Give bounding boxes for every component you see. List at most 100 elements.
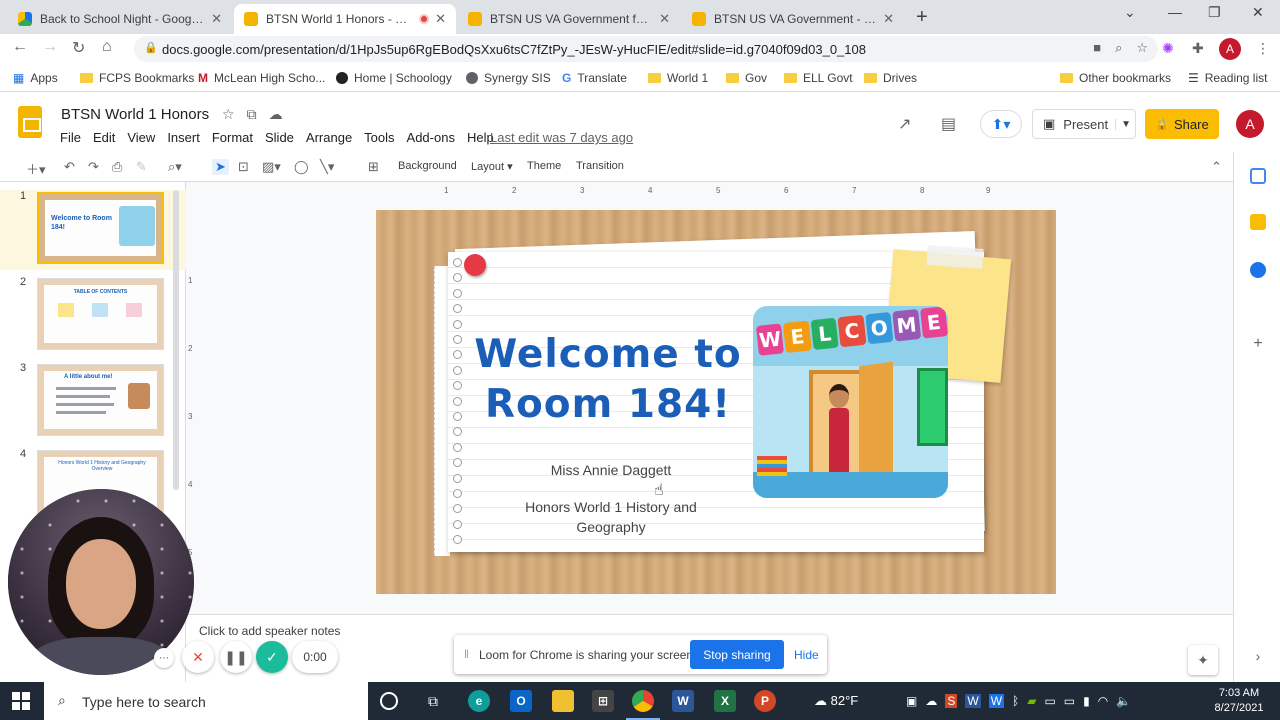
browser-tab-btsn-ell[interactable]: BTSN US VA Government for ELL ✕ <box>458 4 680 34</box>
loom-cancel-button[interactable]: ✕ <box>182 641 214 673</box>
filmstrip-scrollbar[interactable] <box>173 190 179 490</box>
bookmark-star-icon[interactable]: ☆ <box>1136 40 1148 56</box>
shape-icon[interactable]: ◯ <box>294 159 309 175</box>
reload-icon[interactable]: ↻ <box>72 38 85 58</box>
cortana-icon[interactable] <box>380 692 398 710</box>
file-explorer-icon[interactable] <box>552 690 574 712</box>
star-icon[interactable]: ☆ <box>222 106 235 123</box>
bookmark-apps[interactable]: ▦ Apps <box>13 71 58 85</box>
menu-insert[interactable]: Insert <box>167 130 200 145</box>
loom-finish-button[interactable]: ✓ <box>256 641 288 673</box>
slide-thumbnail-1[interactable]: Welcome to Room 184! <box>37 192 164 264</box>
taskbar-clock[interactable]: 7:03 AM 8/27/2021 <box>1214 686 1264 716</box>
move-folder-icon[interactable]: ⧉ <box>247 106 257 123</box>
address-bar[interactable]: 🔒 docs.google.com/presentation/d/1HpJs5u… <box>134 36 1158 62</box>
store-icon[interactable]: ⊞ <box>592 690 614 712</box>
browser-tab-btsn-gov[interactable]: BTSN US VA Government - Goog ✕ <box>682 4 904 34</box>
bookmark-synergy[interactable]: Synergy SIS <box>466 71 551 85</box>
notes-divider[interactable] <box>186 614 1233 615</box>
close-icon[interactable]: ✕ <box>435 11 446 27</box>
excel-icon[interactable]: X <box>714 690 736 712</box>
slides-logo-icon[interactable] <box>18 106 42 138</box>
close-icon[interactable]: ✕ <box>883 11 894 27</box>
browser-menu-icon[interactable]: ⋮ <box>1256 40 1270 57</box>
browser-tab-btsn-world[interactable]: BTSN World 1 Honors - Goo ✕ <box>234 4 456 34</box>
welcome-bitmoji-image[interactable]: WELCOME <box>753 306 948 498</box>
zoom-icon[interactable]: ⌕ <box>1115 40 1122 56</box>
collapse-toolbar-icon[interactable]: ⌃ <box>1211 159 1222 175</box>
present-button[interactable]: ▣ Present ▼ <box>1032 109 1136 139</box>
battery-icon[interactable]: ▮ <box>1083 694 1090 708</box>
stop-sharing-button[interactable]: Stop sharing <box>690 640 784 669</box>
explore-icon[interactable]: ✦ <box>1188 645 1218 675</box>
powerpoint-icon[interactable]: P <box>754 690 776 712</box>
bluetooth-icon[interactable]: ᛒ <box>1012 694 1019 708</box>
add-addon-icon[interactable]: + <box>1250 336 1266 352</box>
meeting-icon[interactable]: ▭ <box>1044 694 1055 708</box>
app-w-icon[interactable]: W <box>965 694 981 708</box>
bookmark-drives[interactable]: Drives <box>864 71 917 85</box>
nvidia-icon[interactable]: ▰ <box>1027 694 1036 708</box>
transition-button[interactable]: Transition <box>576 160 624 172</box>
loom-more-icon[interactable]: ⋯ <box>154 648 174 668</box>
undo-icon[interactable]: ↶ <box>64 159 75 175</box>
chevron-down-icon[interactable]: ▼ <box>1115 118 1131 130</box>
minimize-icon[interactable]: — <box>1168 4 1182 20</box>
maximize-icon[interactable]: ❐ <box>1208 4 1221 21</box>
weather-widget[interactable]: ☁ 82°F <box>814 693 858 709</box>
display-icon[interactable]: ▭ <box>1064 694 1075 708</box>
last-edit-link[interactable]: Last edit was 7 days ago <box>490 130 633 145</box>
back-icon[interactable]: ← <box>12 38 28 56</box>
task-view-icon[interactable]: ⧉ <box>422 690 444 712</box>
close-icon[interactable]: ✕ <box>211 11 222 27</box>
teacher-name[interactable]: Miss Annie Daggett <box>480 462 742 478</box>
tasks-icon[interactable] <box>1250 262 1266 278</box>
tab-search-icon[interactable]: ⌄ <box>1124 4 1136 21</box>
close-icon[interactable]: ✕ <box>659 11 670 27</box>
slide-thumbnail-2[interactable]: TABLE OF CONTENTS <box>37 278 164 350</box>
share-button[interactable]: 🔒 Share <box>1145 109 1219 139</box>
bookmark-schoology[interactable]: Home | Schoology <box>336 71 452 85</box>
menu-format[interactable]: Format <box>212 130 253 145</box>
bookmark-translate[interactable]: G Translate <box>562 71 627 85</box>
paint-format-icon[interactable]: ✎ <box>136 159 147 175</box>
outlook-icon[interactable]: O <box>510 690 532 712</box>
user-avatar[interactable]: A <box>1236 110 1264 138</box>
menu-tools[interactable]: Tools <box>364 130 394 145</box>
new-slide-icon[interactable]: ＋▾ <box>26 159 46 178</box>
menu-edit[interactable]: Edit <box>93 130 115 145</box>
loom-camera-bubble[interactable] <box>8 489 194 675</box>
windows-start-icon[interactable] <box>12 692 30 710</box>
calendar-icon[interactable] <box>1250 168 1266 184</box>
extension-loom-icon[interactable]: ✺ <box>1162 40 1174 57</box>
chrome-icon[interactable] <box>626 690 660 720</box>
camera-icon[interactable]: ■ <box>1093 40 1101 56</box>
background-button[interactable]: Background <box>398 160 457 172</box>
bookmark-world-1[interactable]: World 1 <box>648 71 708 85</box>
menu-slide[interactable]: Slide <box>265 130 294 145</box>
bookmark-fcps[interactable]: FCPS Bookmarks <box>80 71 194 85</box>
volume-icon[interactable]: 🔈 <box>1116 694 1131 708</box>
browser-tab-back-to-school[interactable]: Back to School Night - Google D ✕ <box>8 4 232 34</box>
drag-handle-icon[interactable]: ‖ <box>464 647 469 661</box>
dropbox-icon[interactable]: ▣ <box>906 694 917 708</box>
close-window-icon[interactable]: ✕ <box>1252 4 1264 21</box>
extensions-puzzle-icon[interactable]: ✚ <box>1192 40 1204 57</box>
menu-add-ons[interactable]: Add-ons <box>407 130 455 145</box>
meet-present-icon[interactable]: ⬆▾ <box>980 110 1022 138</box>
bookmark-mclean[interactable]: M McLean High Scho... <box>198 71 325 85</box>
chevron-right-icon[interactable]: › <box>1250 648 1266 664</box>
onedrive-icon[interactable]: ☁ <box>925 694 937 708</box>
slide-title[interactable]: Welcome to Room 184! <box>468 330 748 430</box>
speaker-notes-placeholder[interactable]: Click to add speaker notes <box>199 624 340 638</box>
layout-button[interactable]: Layout ▾ <box>471 160 513 173</box>
menu-file[interactable]: File <box>60 130 81 145</box>
browser-profile-avatar[interactable]: A <box>1219 38 1241 60</box>
cloud-status-icon[interactable]: ☁ <box>269 106 283 123</box>
activity-trend-icon[interactable]: ↗ <box>898 114 911 134</box>
bookmark-other[interactable]: Other bookmarks <box>1060 71 1171 85</box>
new-tab-button[interactable]: + <box>916 6 928 29</box>
document-title[interactable]: BTSN World 1 Honors <box>61 106 209 123</box>
slide-thumbnail-3[interactable]: A little about me! <box>37 364 164 436</box>
app-s-icon[interactable]: S <box>945 694 958 708</box>
